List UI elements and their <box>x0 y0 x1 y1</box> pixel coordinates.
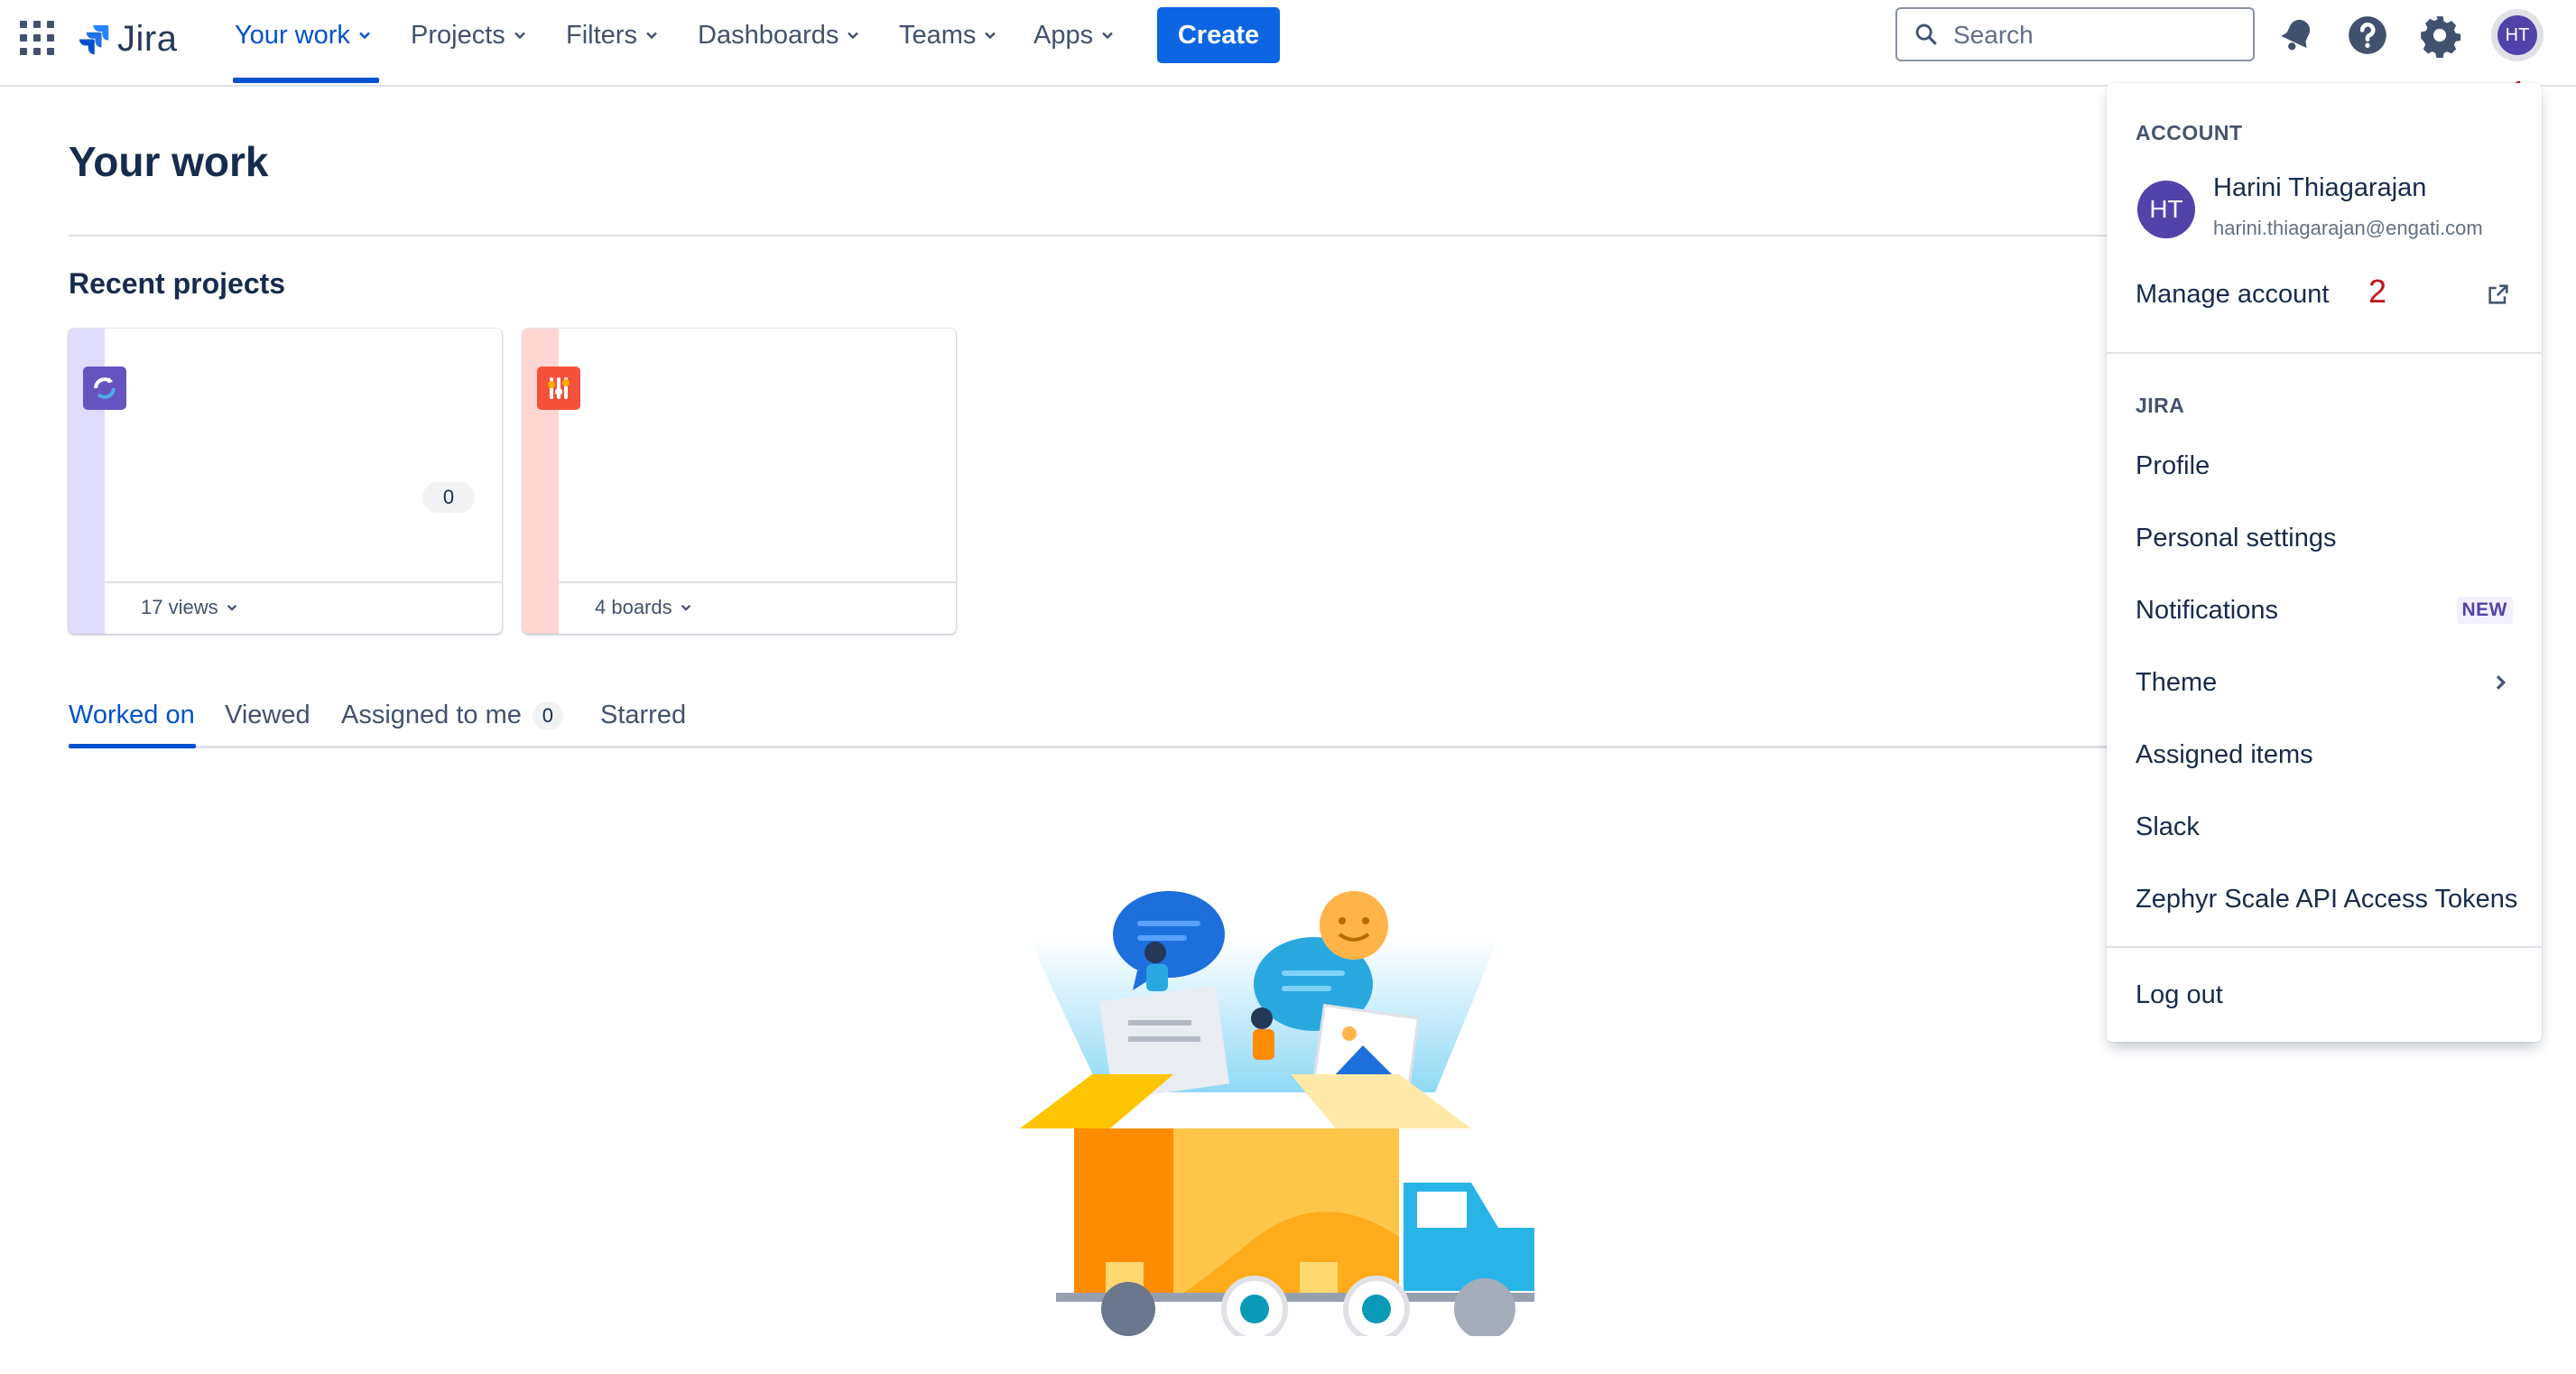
tab-assigned-to-me[interactable]: Assigned to me 0 <box>341 701 563 731</box>
nav-dashboards-label: Dashboards <box>698 20 839 50</box>
tab-assigned-to-me-label: Assigned to me <box>341 701 522 729</box>
annotation-marker-2: 2 <box>2368 273 2387 310</box>
project-card-2[interactable]: 4 boards <box>523 329 956 634</box>
tab-starred[interactable]: Starred <box>600 701 686 730</box>
nav-apps[interactable]: Apps <box>1033 0 1115 70</box>
notifications-label: Notifications <box>2136 595 2278 625</box>
menu-item-profile[interactable]: Profile <box>2107 430 2542 502</box>
project-avatar-icon <box>83 367 126 410</box>
nav-filters-label: Filters <box>566 20 637 50</box>
nav-teams-label: Teams <box>899 20 977 50</box>
help-icon[interactable] <box>2345 13 2390 58</box>
boards-dropdown[interactable]: 4 boards <box>595 596 692 619</box>
create-button[interactable]: Create <box>1157 7 1280 63</box>
assigned-count-badge: 0 <box>532 701 563 731</box>
manage-account-label: Manage account <box>2136 279 2330 309</box>
chevron-down-icon <box>514 32 525 40</box>
menu-item-theme[interactable]: Theme <box>2107 646 2542 719</box>
theme-label: Theme <box>2136 667 2218 697</box>
menu-item-log-out[interactable]: Log out <box>2107 959 2542 1031</box>
user-email: harini.thiagarajan@engati.com <box>2213 217 2483 239</box>
jira-logo-icon <box>79 25 109 55</box>
settings-gear-icon[interactable] <box>2417 13 2462 59</box>
chevron-down-icon <box>681 605 690 611</box>
jira-section-heading: JIRA <box>2136 394 2185 417</box>
jira-logo[interactable]: Jira <box>76 14 177 63</box>
nav-teams[interactable]: Teams <box>899 0 997 70</box>
chevron-down-icon <box>359 32 370 40</box>
account-dropdown-menu: ACCOUNT HT Harini Thiagarajan harini.thi… <box>2107 83 2542 1042</box>
nav-dashboards[interactable]: Dashboards <box>698 0 860 70</box>
active-nav-indicator <box>233 78 379 83</box>
chevron-down-icon <box>646 32 657 40</box>
new-badge: NEW <box>2456 597 2513 624</box>
project-avatar-icon <box>537 367 580 410</box>
chevron-down-icon <box>227 605 236 611</box>
chevron-down-icon <box>1102 32 1113 40</box>
nav-projects-label: Projects <box>411 20 505 50</box>
empty-state-illustration <box>1020 891 1534 1336</box>
title-divider <box>69 235 2108 237</box>
menu-item-slack[interactable]: Slack <box>2107 791 2542 863</box>
views-label: 17 views <box>141 596 218 618</box>
nav-apps-label: Apps <box>1033 20 1094 50</box>
menu-item-assigned-items[interactable]: Assigned items <box>2107 719 2542 791</box>
page-title: Your work <box>69 138 269 185</box>
top-navigation: Jira Your work Projects Filters Dashboar… <box>0 0 2576 87</box>
avatar-initials: HT <box>2497 15 2537 55</box>
tab-worked-on[interactable]: Worked on <box>69 701 195 730</box>
menu-divider <box>2107 946 2542 948</box>
nav-your-work[interactable]: Your work <box>235 0 372 70</box>
user-name: Harini Thiagarajan <box>2213 173 2427 202</box>
account-section-heading: ACCOUNT <box>2136 121 2243 144</box>
profile-avatar-button[interactable]: HT <box>2491 9 2544 61</box>
tab-viewed[interactable]: Viewed <box>225 701 310 730</box>
search-input[interactable] <box>1951 18 2244 52</box>
nav-filters[interactable]: Filters <box>566 0 659 70</box>
user-avatar: HT <box>2137 181 2195 238</box>
recent-projects-heading: Recent projects <box>69 267 286 300</box>
project-card-footer: 17 views <box>105 581 502 634</box>
menu-item-zephyr-tokens[interactable]: Zephyr Scale API Access Tokens <box>2107 863 2542 935</box>
external-link-icon <box>2488 284 2508 304</box>
chevron-down-icon <box>985 32 996 40</box>
nav-your-work-label: Your work <box>235 20 350 50</box>
issue-count-badge: 0 <box>422 482 475 513</box>
active-tab-indicator <box>69 744 196 748</box>
search-icon <box>1915 23 1937 45</box>
tabs-divider <box>69 746 2108 748</box>
menu-divider <box>2107 352 2542 354</box>
chevron-down-icon <box>848 32 859 40</box>
notifications-bell-icon[interactable] <box>2275 13 2320 58</box>
app-switcher-icon[interactable] <box>20 21 54 55</box>
menu-item-personal-settings[interactable]: Personal settings <box>2107 502 2542 574</box>
jira-logo-text: Jira <box>117 18 178 59</box>
menu-item-notifications[interactable]: Notifications NEW <box>2107 574 2542 646</box>
views-dropdown[interactable]: 17 views <box>141 596 238 619</box>
project-card-1[interactable]: 0 17 views <box>69 329 502 634</box>
chevron-right-icon <box>2496 675 2507 690</box>
nav-projects[interactable]: Projects <box>411 0 527 70</box>
boards-label: 4 boards <box>595 596 672 618</box>
manage-account-item[interactable]: Manage account 2 <box>2107 258 2542 330</box>
project-card-footer: 4 boards <box>559 581 956 634</box>
search-box[interactable] <box>1895 7 2255 61</box>
